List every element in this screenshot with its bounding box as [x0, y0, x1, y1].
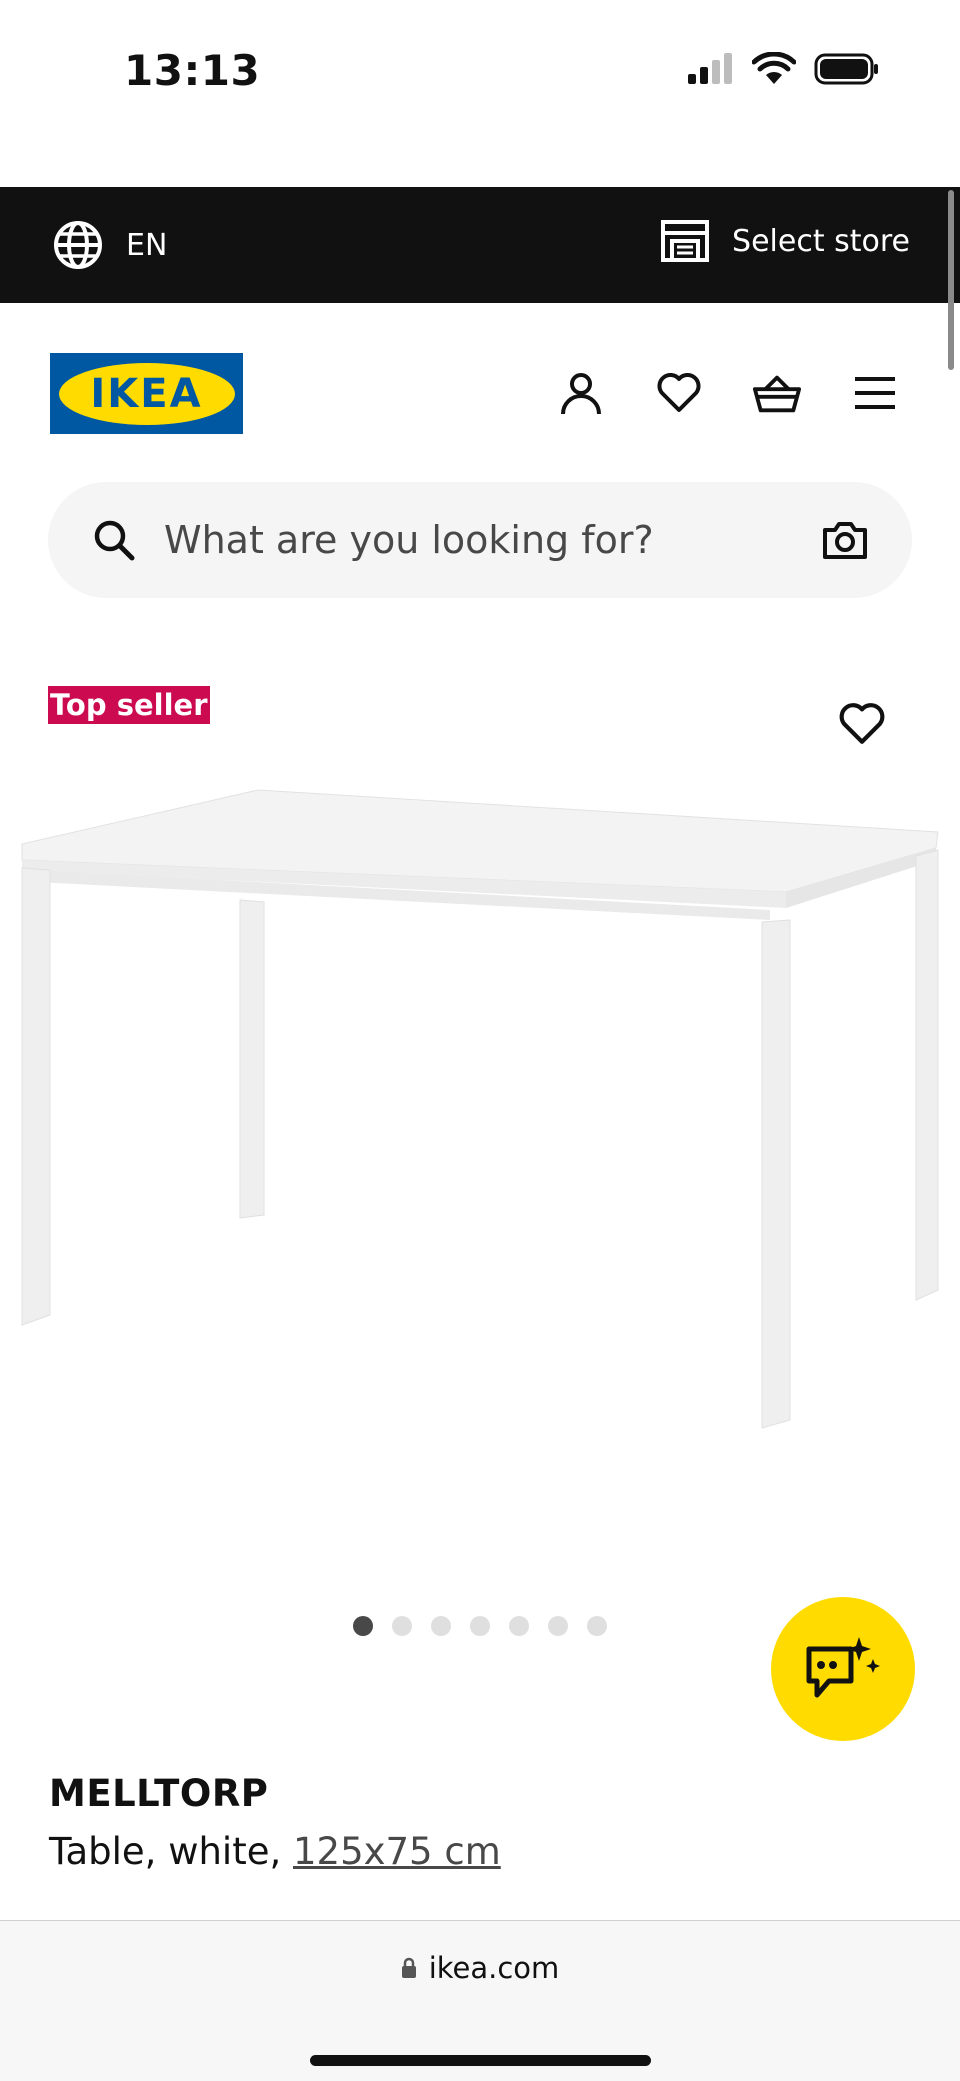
- carousel-dot[interactable]: [353, 1616, 373, 1636]
- carousel-dot[interactable]: [392, 1616, 412, 1636]
- profile-button[interactable]: [556, 368, 606, 418]
- carousel-dot[interactable]: [431, 1616, 451, 1636]
- carousel-dot[interactable]: [509, 1616, 529, 1636]
- select-store-label: Select store: [732, 223, 910, 259]
- header: IKEA: [0, 303, 960, 483]
- basket-icon: [752, 375, 802, 413]
- image-carousel-dots: [353, 1616, 607, 1636]
- search-bar[interactable]: [48, 482, 912, 598]
- product-description-text: Table, white,: [49, 1830, 293, 1873]
- top-seller-badge: Top seller: [48, 686, 210, 724]
- status-bar: 13:13: [0, 0, 960, 140]
- product-size-link[interactable]: 125x75 cm: [293, 1830, 501, 1873]
- chat-sparkle-icon: [806, 1637, 880, 1698]
- wifi-icon: [752, 52, 796, 84]
- logo-oval: IKEA: [58, 362, 235, 425]
- favourite-product-icon[interactable]: [838, 700, 886, 748]
- address-bar[interactable]: ikea.com: [0, 1951, 960, 1985]
- browser-bar: ikea.com: [0, 1920, 960, 2081]
- wishlist-button[interactable]: [654, 368, 704, 418]
- camera-icon[interactable]: [822, 520, 868, 560]
- status-icons: [686, 52, 880, 86]
- home-indicator[interactable]: [310, 2055, 651, 2066]
- store-icon: [661, 220, 710, 262]
- basket-button[interactable]: [752, 368, 802, 418]
- carousel-dot[interactable]: [548, 1616, 568, 1636]
- chat-assistant-button[interactable]: [771, 1597, 915, 1741]
- select-store-button[interactable]: Select store: [660, 219, 910, 263]
- product-description: Table, white, 125x75 cm: [49, 1830, 501, 1873]
- logo-text: IKEA: [90, 370, 203, 417]
- header-icons: [556, 368, 900, 418]
- product-image[interactable]: [0, 760, 960, 1480]
- search-input[interactable]: [164, 518, 822, 562]
- battery-icon: [814, 53, 878, 85]
- globe-icon: [54, 221, 102, 269]
- url-text: ikea.com: [428, 1951, 560, 1985]
- status-time: 13:13: [124, 46, 261, 95]
- language-selector[interactable]: EN: [52, 219, 167, 271]
- carousel-dot[interactable]: [470, 1616, 490, 1636]
- top-bar: EN Select store: [0, 187, 960, 303]
- language-label: EN: [126, 227, 168, 263]
- menu-button[interactable]: [850, 368, 900, 418]
- lock-icon: [401, 1957, 416, 1978]
- ikea-logo[interactable]: IKEA: [50, 353, 243, 434]
- menu-icon: [855, 377, 895, 409]
- carousel-dot[interactable]: [587, 1616, 607, 1636]
- profile-icon: [561, 373, 601, 415]
- search-icon: [94, 520, 135, 561]
- heart-icon: [657, 373, 701, 412]
- product-name: MELLTORP: [49, 1772, 269, 1815]
- signal-icon: [688, 53, 732, 84]
